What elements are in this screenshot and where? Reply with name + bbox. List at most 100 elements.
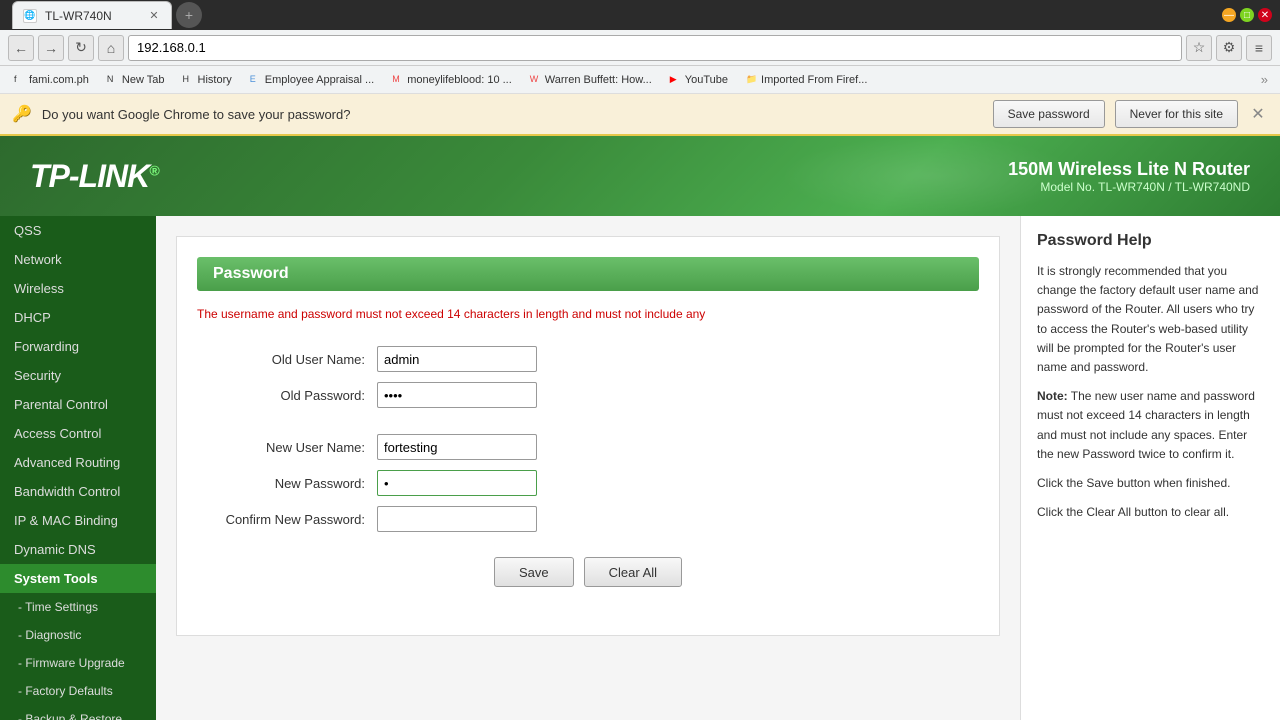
bookmark-youtube[interactable]: ▶ YouTube	[664, 72, 734, 88]
new-username-field[interactable]	[377, 429, 979, 465]
confirm-password-row: Confirm New Password:	[197, 501, 979, 537]
bookmark-label-history: History	[198, 74, 232, 86]
sidebar-item-forwarding[interactable]: Forwarding	[0, 332, 156, 361]
content-area: Password The username and password must …	[156, 216, 1020, 720]
password-save-bar: 🔑 Do you want Google Chrome to save your…	[0, 94, 1280, 136]
menu-btn[interactable]: ≡	[1246, 35, 1272, 61]
bookmark-label-newtab: New Tab	[122, 74, 165, 86]
router-header: TP-LINK® 150M Wireless Lite N Router Mod…	[0, 136, 1280, 216]
save-password-btn[interactable]: Save password	[993, 100, 1105, 128]
sidebar-item-qss[interactable]: QSS	[0, 216, 156, 245]
old-username-label: Old User Name:	[197, 341, 377, 377]
new-username-label: New User Name:	[197, 429, 377, 465]
sidebar-item-mac[interactable]: IP & MAC Binding	[0, 506, 156, 535]
sidebar-item-network[interactable]: Network	[0, 245, 156, 274]
sidebar-item-access[interactable]: Access Control	[0, 419, 156, 448]
save-btn[interactable]: Save	[494, 557, 574, 587]
bookmark-favicon-appraisal: E	[250, 74, 262, 86]
tab-favicon: 🌐	[23, 9, 37, 23]
password-bar-close-btn[interactable]: ✕	[1248, 104, 1268, 124]
old-password-row: Old Password:	[197, 377, 979, 413]
sidebar: QSS Network Wireless DHCP Forwarding Sec…	[0, 216, 156, 720]
confirm-password-field[interactable]	[377, 501, 979, 537]
old-password-input[interactable]	[377, 382, 537, 408]
section-title: Password	[197, 257, 979, 291]
bookmark-fami[interactable]: f fami.com.ph	[8, 72, 95, 88]
tab-title: TL-WR740N	[45, 9, 112, 23]
form-spacer	[197, 413, 979, 429]
extensions-btn[interactable]: ⚙	[1216, 35, 1242, 61]
sidebar-item-dhcp[interactable]: DHCP	[0, 303, 156, 332]
back-btn[interactable]: ←	[8, 35, 34, 61]
content-white: Password The username and password must …	[176, 236, 1000, 636]
active-tab[interactable]: 🌐 TL-WR740N ✕	[12, 1, 172, 29]
refresh-btn[interactable]: ↻	[68, 35, 94, 61]
bookmark-imported[interactable]: 📁 Imported From Firef...	[740, 72, 873, 88]
bookmark-history[interactable]: H History	[177, 72, 238, 88]
password-bar-icon: 🔑	[12, 104, 32, 124]
url-bar[interactable]	[128, 35, 1182, 61]
bookmark-favicon-imported: 📁	[746, 74, 758, 86]
old-password-label: Old Password:	[197, 377, 377, 413]
minimize-btn[interactable]: —	[1222, 8, 1236, 22]
sidebar-item-firmware[interactable]: - Firmware Upgrade	[0, 649, 156, 677]
sidebar-item-security[interactable]: Security	[0, 361, 156, 390]
bookmark-appraisal[interactable]: E Employee Appraisal ...	[244, 72, 380, 88]
new-password-input[interactable]	[377, 470, 537, 496]
new-password-field[interactable]	[377, 465, 979, 501]
router-logo-text: TP-LINK	[30, 158, 149, 194]
sidebar-item-ddns[interactable]: Dynamic DNS	[0, 535, 156, 564]
old-password-field[interactable]	[377, 377, 979, 413]
old-username-field[interactable]	[377, 341, 979, 377]
bookmark-favicon-youtube: ▶	[670, 74, 682, 86]
help-para2: The new user name and password must not …	[1037, 389, 1255, 461]
old-username-input[interactable]	[377, 346, 537, 372]
bookmark-label-imported: Imported From Firef...	[761, 74, 867, 86]
bookmark-btn[interactable]: ☆	[1186, 35, 1212, 61]
clear-all-btn[interactable]: Clear All	[584, 557, 682, 587]
sidebar-item-routing[interactable]: Advanced Routing	[0, 448, 156, 477]
router-body: QSS Network Wireless DHCP Forwarding Sec…	[0, 216, 1280, 720]
toolbar-right: ☆ ⚙ ≡	[1186, 35, 1272, 61]
help-para4: Click the Clear All button to clear all.	[1037, 503, 1264, 522]
maximize-btn[interactable]: □	[1240, 8, 1254, 22]
sidebar-item-wireless[interactable]: Wireless	[0, 274, 156, 303]
confirm-password-input[interactable]	[377, 506, 537, 532]
new-tab-btn[interactable]: +	[176, 2, 202, 28]
new-username-input[interactable]	[377, 434, 537, 460]
help-title: Password Help	[1037, 232, 1264, 250]
bookmark-newtab[interactable]: N New Tab	[101, 72, 171, 88]
new-password-label: New Password:	[197, 465, 377, 501]
bookmark-label-appraisal: Employee Appraisal ...	[265, 74, 374, 86]
sidebar-item-backup[interactable]: - Backup & Restore	[0, 705, 156, 720]
password-bar-message: Do you want Google Chrome to save your p…	[42, 107, 983, 122]
bookmarks-bar: f fami.com.ph N New Tab H History E Empl…	[0, 66, 1280, 94]
sidebar-item-parental[interactable]: Parental Control	[0, 390, 156, 419]
tab-close-btn[interactable]: ✕	[147, 9, 161, 23]
sidebar-item-diagnostic[interactable]: - Diagnostic	[0, 621, 156, 649]
bookmark-warren[interactable]: W Warren Buffett: How...	[524, 72, 658, 88]
bookmark-favicon-history: H	[183, 74, 195, 86]
bookmarks-more-btn[interactable]: »	[1257, 70, 1272, 89]
sidebar-item-system-tools[interactable]: System Tools	[0, 564, 156, 593]
bookmark-favicon-fami: f	[14, 74, 26, 86]
warning-text: The username and password must not excee…	[197, 307, 979, 321]
sidebar-item-factory[interactable]: - Factory Defaults	[0, 677, 156, 705]
new-password-row: New Password:	[197, 465, 979, 501]
router-logo: TP-LINK®	[30, 158, 159, 195]
bookmark-favicon-warren: W	[530, 74, 542, 86]
sidebar-item-bandwidth[interactable]: Bandwidth Control	[0, 477, 156, 506]
never-for-site-btn[interactable]: Never for this site	[1115, 100, 1238, 128]
forward-btn[interactable]: →	[38, 35, 64, 61]
help-para1: It is strongly recommended that you chan…	[1037, 262, 1264, 377]
help-note: Note: The new user name and password mus…	[1037, 387, 1264, 464]
sidebar-item-time[interactable]: - Time Settings	[0, 593, 156, 621]
help-note-label: Note:	[1037, 389, 1068, 403]
title-bar: 🌐 TL-WR740N ✕ + — □ ✕	[0, 0, 1280, 30]
window-controls: — □ ✕	[1222, 8, 1272, 22]
bookmark-money[interactable]: M moneylifeblood: 10 ...	[386, 72, 518, 88]
home-btn[interactable]: ⌂	[98, 35, 124, 61]
close-btn[interactable]: ✕	[1258, 8, 1272, 22]
main-area: Password The username and password must …	[156, 216, 1280, 720]
bookmark-favicon-money: M	[392, 74, 404, 86]
